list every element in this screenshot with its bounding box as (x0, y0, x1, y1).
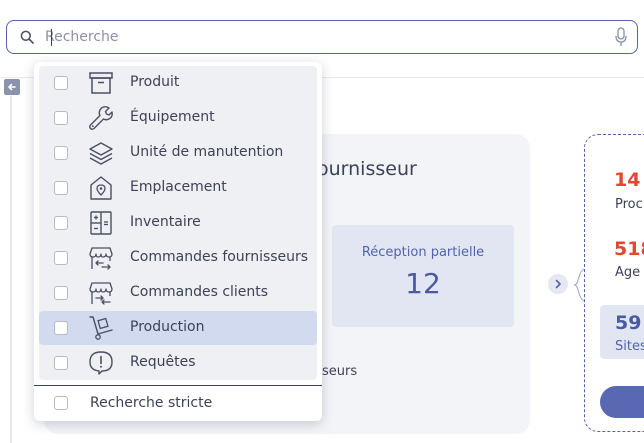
strict-search-checkbox[interactable] (54, 396, 68, 410)
category-item-commandes-fournisseurs[interactable]: Commandes fournisseurs (39, 241, 317, 275)
category-label: Produit (130, 74, 180, 90)
summary-value-sites: 59 (615, 312, 642, 334)
supplier-order-icon (89, 247, 113, 270)
summary-action-button[interactable] (600, 386, 644, 418)
summary-label-sites: Sites (615, 339, 644, 354)
reception-partial-label: Réception partielle (361, 245, 485, 260)
category-item-requetes[interactable]: Requêtes (39, 346, 317, 380)
reception-partial-value: 12 (405, 267, 441, 300)
microphone-icon[interactable] (614, 26, 628, 48)
dropdown-divider (34, 385, 322, 386)
category-item-produit[interactable]: Produit (39, 66, 317, 100)
collapse-button[interactable] (4, 79, 20, 95)
category-label: Production (130, 319, 205, 335)
hand-truck-icon (89, 316, 113, 340)
next-step-button[interactable] (548, 274, 568, 294)
summary-label-agents: Age (615, 265, 641, 280)
strict-search-label: Recherche stricte (90, 395, 213, 411)
category-label: Équipement (130, 109, 215, 125)
category-checkbox[interactable] (54, 146, 68, 160)
category-item-production[interactable]: Production (39, 311, 317, 345)
category-item-inventaire[interactable]: Inventaire (39, 206, 317, 240)
text-cursor (51, 29, 52, 46)
sidebar-rail (10, 96, 12, 443)
category-checkbox[interactable] (54, 356, 68, 370)
category-checkbox[interactable] (54, 286, 68, 300)
location-pin-icon (90, 176, 112, 200)
category-checkbox[interactable] (54, 321, 68, 335)
category-checkbox[interactable] (54, 181, 68, 195)
category-checkbox[interactable] (54, 251, 68, 265)
supplier-card-footer-label: seurs (322, 364, 358, 379)
exclamation-bubble-icon (89, 351, 113, 375)
stack-layers-icon (89, 142, 113, 165)
search-bar[interactable] (6, 20, 638, 54)
category-label: Commandes clients (130, 284, 269, 300)
category-item-unite-de-manutention[interactable]: Unité de manutention (39, 136, 317, 170)
strict-search-option[interactable]: Recherche stricte (34, 388, 322, 418)
category-item-emplacement[interactable]: Emplacement (39, 171, 317, 205)
arrow-left-icon (8, 83, 16, 91)
inventory-cabinet-icon (90, 211, 112, 235)
client-order-icon (89, 282, 113, 305)
summary-value-agents: 518 (614, 238, 644, 260)
search-category-dropdown: Produit Équipement Unité de manutention … (34, 62, 322, 421)
search-input[interactable] (45, 25, 614, 49)
category-checkbox[interactable] (54, 76, 68, 90)
category-checkbox[interactable] (54, 216, 68, 230)
summary-label-products: Proc (615, 197, 643, 212)
category-label: Emplacement (130, 179, 227, 195)
category-item-commandes-clients[interactable]: Commandes clients (39, 276, 317, 310)
category-label: Requêtes (130, 354, 196, 370)
summary-value-products: 14 5 (614, 169, 644, 191)
archive-box-icon (89, 72, 113, 94)
category-checkbox[interactable] (54, 111, 68, 125)
category-item-equipement[interactable]: Équipement (39, 101, 317, 135)
category-label: Unité de manutention (130, 144, 284, 160)
category-label: Commandes fournisseurs (130, 249, 309, 265)
supplier-card-title: ournisseur (317, 158, 417, 180)
chevron-right-icon (555, 279, 561, 289)
search-icon (19, 29, 35, 45)
category-label: Inventaire (130, 214, 201, 230)
reception-partial-tile[interactable]: Réception partielle 12 (332, 225, 514, 327)
wrench-icon (89, 106, 113, 130)
